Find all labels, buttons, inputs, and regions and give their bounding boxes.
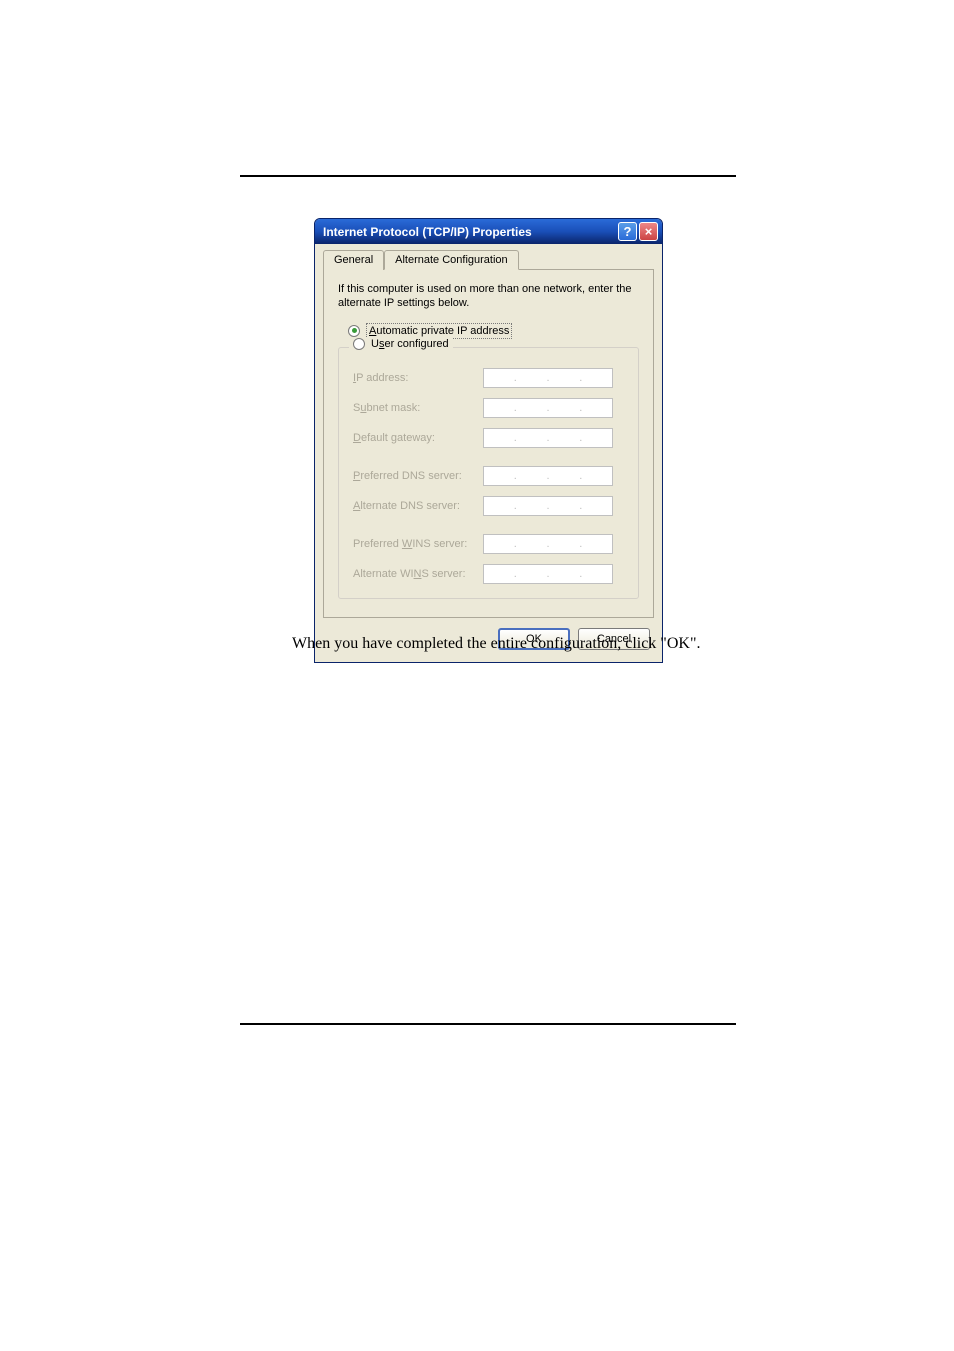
- tcpip-properties-dialog: Internet Protocol (TCP/IP) Properties ? …: [314, 218, 663, 663]
- field-row-gateway: Default gateway: ...: [353, 428, 624, 448]
- tab-row: General Alternate Configuration: [323, 250, 654, 270]
- radio-automatic-row[interactable]: Automatic private IP address: [348, 323, 639, 339]
- field-row-alt-dns: Alternate DNS server: ...: [353, 496, 624, 516]
- field-row-alt-wins: Alternate WINS server: ...: [353, 564, 624, 584]
- pref-wins-label: Preferred WINS server:: [353, 538, 483, 550]
- tab-general-label: General: [334, 254, 373, 266]
- page-caption: When you have completed the entire confi…: [292, 635, 702, 653]
- page-divider-top: [240, 175, 736, 177]
- tab-alternate-label: Alternate Configuration: [395, 254, 508, 266]
- field-row-pref-dns: Preferred DNS server: ...: [353, 466, 624, 486]
- ip-address-label: IP address:: [353, 372, 483, 384]
- alt-dns-input: ...: [483, 496, 613, 516]
- titlebar-buttons: ? ×: [618, 222, 658, 241]
- radio-user-label: User configured: [371, 338, 449, 350]
- radio-automatic-label: Automatic private IP address: [366, 323, 512, 339]
- help-button[interactable]: ?: [618, 222, 637, 241]
- radio-automatic[interactable]: [348, 325, 360, 337]
- alt-wins-label: Alternate WINS server:: [353, 568, 483, 580]
- instruction-text: If this computer is used on more than on…: [338, 282, 639, 311]
- pref-dns-input: ...: [483, 466, 613, 486]
- field-row-subnet: Subnet mask: ...: [353, 398, 624, 418]
- dialog-title: Internet Protocol (TCP/IP) Properties: [323, 225, 618, 239]
- field-row-pref-wins: Preferred WINS server: ...: [353, 534, 624, 554]
- close-icon: ×: [645, 224, 653, 239]
- titlebar[interactable]: Internet Protocol (TCP/IP) Properties ? …: [315, 219, 662, 244]
- gateway-input: ...: [483, 428, 613, 448]
- pref-dns-label: Preferred DNS server:: [353, 470, 483, 482]
- radio-user-row[interactable]: User configured: [349, 338, 453, 350]
- user-configured-group: User configured IP address: ... Subnet m…: [338, 347, 639, 599]
- ip-address-input: ...: [483, 368, 613, 388]
- tab-panel-alternate: If this computer is used on more than on…: [323, 270, 654, 618]
- radio-user-configured[interactable]: [353, 338, 365, 350]
- pref-wins-input: ...: [483, 534, 613, 554]
- subnet-input: ...: [483, 398, 613, 418]
- subnet-label: Subnet mask:: [353, 402, 483, 414]
- tab-general[interactable]: General: [323, 250, 384, 270]
- help-icon: ?: [624, 224, 632, 239]
- tab-container: General Alternate Configuration If this …: [315, 244, 662, 618]
- alt-dns-label: Alternate DNS server:: [353, 500, 483, 512]
- field-row-ip: IP address: ...: [353, 368, 624, 388]
- gateway-label: Default gateway:: [353, 432, 483, 444]
- page-divider-bottom: [240, 1023, 736, 1025]
- close-button[interactable]: ×: [639, 222, 658, 241]
- alt-wins-input: ...: [483, 564, 613, 584]
- tab-alternate-configuration[interactable]: Alternate Configuration: [384, 250, 519, 270]
